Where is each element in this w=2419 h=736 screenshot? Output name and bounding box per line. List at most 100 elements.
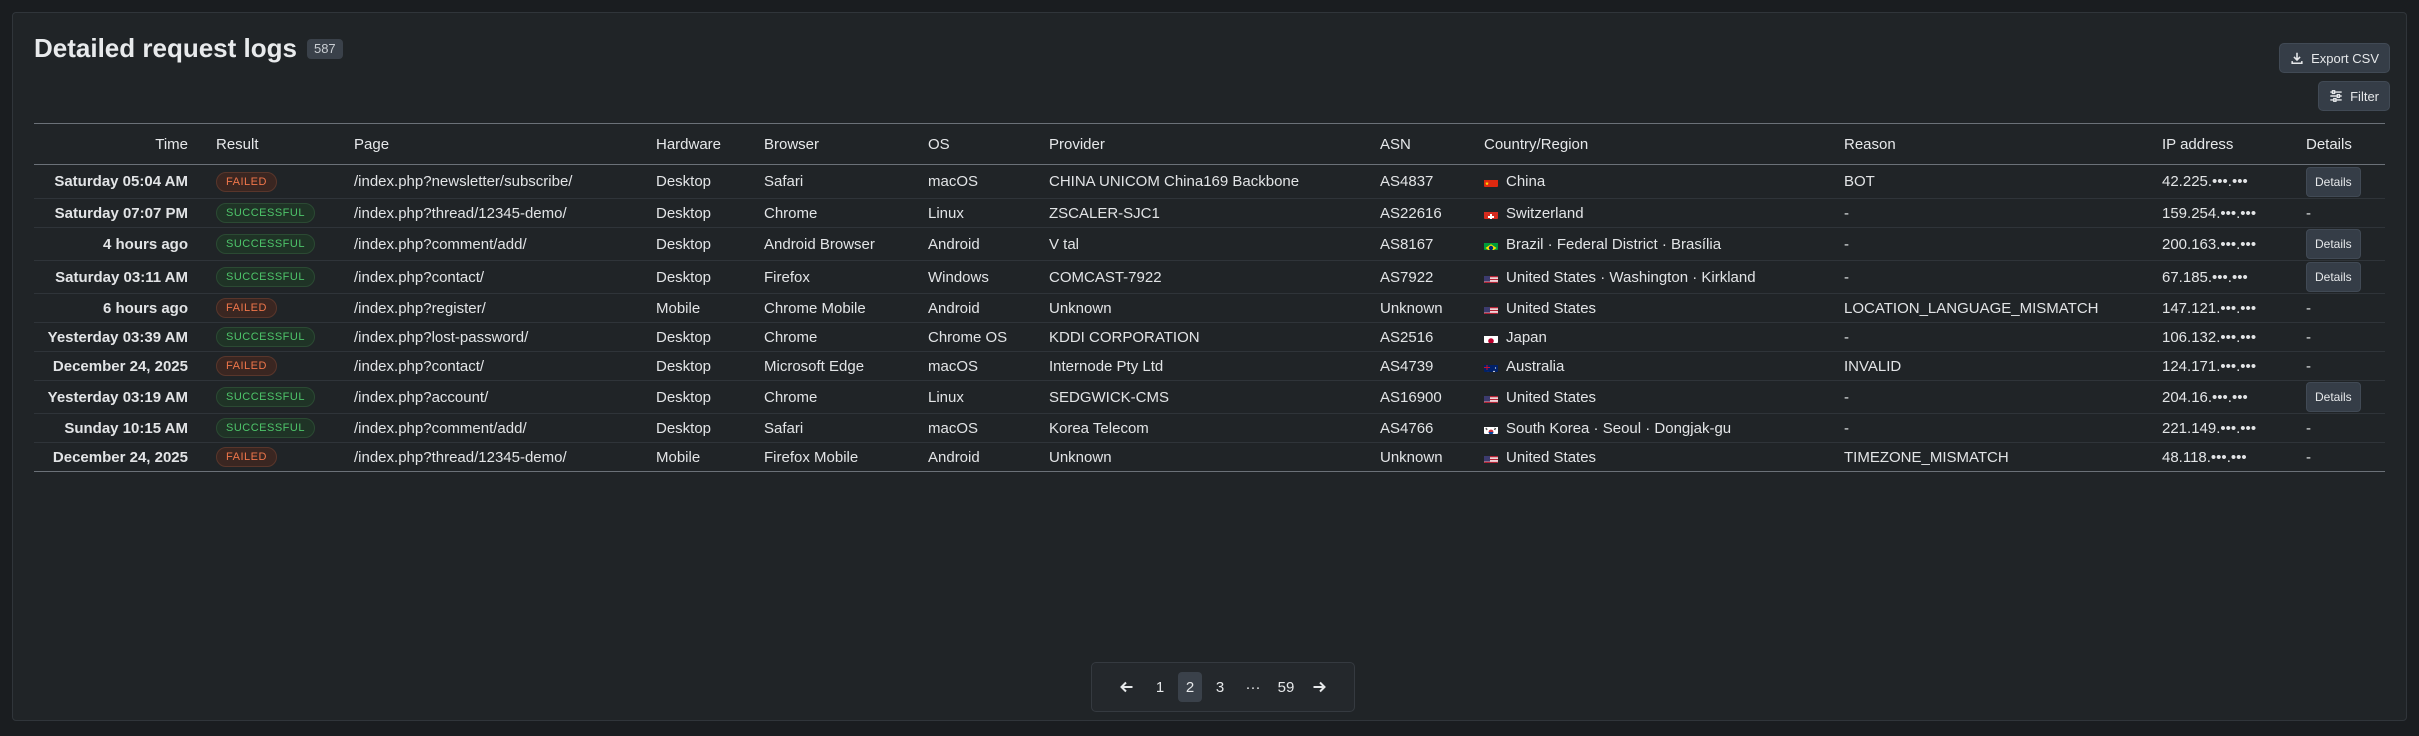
ip-cell: 200.163.•••.••• — [2162, 235, 2257, 253]
result-cell: FAILED — [208, 165, 346, 199]
page-links: 1 2 3 ··· 59 — [1148, 672, 1298, 702]
country-cell: United States — [1476, 294, 1836, 323]
details-cell: - — [2298, 443, 2385, 472]
hardware-cell: Desktop — [656, 419, 712, 437]
arrow-right-icon — [1311, 679, 1327, 695]
asn-cell: AS4739 — [1380, 357, 1434, 375]
reason-cell: - — [1844, 268, 1849, 286]
reason-cell: INVALID — [1844, 357, 1902, 375]
column-header-ip-address: IP address — [2162, 135, 2234, 153]
details-empty: - — [2306, 328, 2311, 346]
arrow-left-icon — [1119, 679, 1135, 695]
ip-cell: 147.121.•••.••• — [2162, 299, 2257, 317]
pagination: 1 2 3 ··· 59 — [1091, 662, 1355, 712]
asn-cell: Unknown — [1380, 448, 1443, 466]
provider-cell: V tal — [1049, 235, 1080, 253]
flag-br-icon — [1484, 240, 1498, 250]
browser-cell: Safari — [764, 173, 804, 190]
hardware-cell: Desktop — [656, 235, 712, 253]
flag-ch-icon — [1484, 209, 1498, 219]
column-header-os: OS — [928, 135, 950, 153]
table-row: 4 hours ago SUCCESSFUL/index.php?comment/… — [34, 228, 2385, 261]
page-ellipsis: ··· — [1245, 678, 1261, 696]
page-cell: /index.php?contact/ — [354, 268, 485, 286]
page-cell: /index.php?lost-password/ — [354, 328, 529, 346]
country-label: China — [1506, 173, 1546, 190]
asn-cell: AS7922 — [1380, 268, 1434, 286]
table-body: Saturday 05:04 AM FAILED/index.php?newsle… — [34, 165, 2385, 472]
provider-cell: ZSCALER-SJC1 — [1049, 204, 1160, 222]
next-page-button[interactable] — [1304, 672, 1334, 702]
country-label: United States — [1506, 388, 1597, 406]
table-row: Yesterday 03:39 AM SUCCESSFUL/index.php?l… — [34, 323, 2385, 352]
table-row: Yesterday 03:19 AM SUCCESSFUL/index.php?a… — [34, 381, 2385, 414]
export-csv-button[interactable]: Export CSV — [2279, 43, 2390, 73]
country-cell: Australia — [1476, 352, 1836, 381]
details-cell: Details — [2298, 165, 2385, 199]
country-cell: China — [1476, 165, 1836, 199]
browser-cell: Chrome — [764, 388, 818, 406]
sliders-icon — [2329, 89, 2343, 103]
reason-cell: BOT — [1844, 173, 1875, 190]
result-cell: FAILED — [208, 443, 346, 472]
page-cell: /index.php?comment/add/ — [354, 235, 527, 253]
download-icon — [2290, 51, 2304, 65]
country-label: Japan — [1506, 328, 1547, 346]
time-cell: Sunday 10:15 AM — [64, 419, 188, 437]
provider-cell: Unknown — [1049, 299, 1112, 317]
country-cell: Switzerland — [1476, 199, 1836, 228]
provider-cell: Internode Pty Ltd — [1049, 357, 1164, 375]
column-header-country-region: Country/Region — [1484, 135, 1589, 153]
time-cell: Saturday 03:11 AM — [55, 268, 188, 286]
status-badge: SUCCESSFUL — [216, 203, 315, 223]
prev-page-button[interactable] — [1112, 672, 1142, 702]
ip-cell: 67.185.•••.••• — [2162, 268, 2248, 286]
country-label: Australia — [1506, 357, 1565, 375]
table-row: Saturday 07:07 PM SUCCESSFUL/index.php?th… — [34, 199, 2385, 228]
details-cell: - — [2298, 352, 2385, 381]
column-header-hardware: Hardware — [656, 135, 722, 153]
column-header-asn: ASN — [1380, 135, 1411, 153]
filter-button[interactable]: Filter — [2318, 81, 2390, 111]
status-badge: SUCCESSFUL — [216, 327, 315, 347]
page-button-59[interactable]: 59 — [1274, 672, 1298, 702]
request-logs-panel: Detailed request logs 587 Export CSV Fil… — [12, 12, 2407, 721]
time-cell: Saturday 05:04 AM — [54, 173, 188, 190]
os-cell: macOS — [928, 173, 979, 190]
asn-cell: AS16900 — [1380, 388, 1442, 406]
asn-cell: AS8167 — [1380, 235, 1434, 253]
country-cell: Japan — [1476, 323, 1836, 352]
details-empty: - — [2306, 419, 2311, 437]
page-cell: /index.php?newsletter/subscribe/ — [354, 173, 573, 190]
details-button[interactable]: Details — [2306, 229, 2361, 259]
browser-cell: Firefox — [764, 268, 810, 286]
os-cell: Android — [928, 235, 980, 253]
page-button-1[interactable]: 1 — [1148, 672, 1172, 702]
hardware-cell: Desktop — [656, 173, 712, 190]
time-cell: Yesterday 03:39 AM — [47, 328, 188, 346]
details-button[interactable]: Details — [2306, 262, 2361, 292]
time-cell: 6 hours ago — [102, 299, 188, 317]
page-button-3[interactable]: 3 — [1208, 672, 1232, 702]
hardware-cell: Mobile — [656, 448, 701, 466]
reason-cell: - — [1844, 328, 1849, 346]
ip-cell: 106.132.•••.••• — [2162, 328, 2257, 346]
ip-cell: 42.225.•••.••• — [2162, 173, 2248, 190]
country-cell: United States · Washington · Kirkland — [1476, 261, 1836, 294]
flag-cn-icon — [1484, 177, 1498, 187]
flag-jp-icon — [1484, 333, 1498, 343]
result-cell: SUCCESSFUL — [208, 228, 346, 261]
details-button[interactable]: Details — [2306, 166, 2361, 197]
page-cell: /index.php?thread/12345-demo/ — [354, 448, 567, 466]
details-cell: - — [2298, 323, 2385, 352]
hardware-cell: Desktop — [656, 328, 712, 346]
reason-cell: - — [1844, 419, 1849, 437]
hardware-cell: Desktop — [656, 388, 712, 406]
column-header-provider: Provider — [1049, 135, 1105, 153]
details-empty: - — [2306, 299, 2311, 317]
details-button[interactable]: Details — [2306, 382, 2361, 412]
browser-cell: Chrome — [764, 328, 818, 346]
country-cell: United States — [1476, 443, 1836, 472]
page-button-2[interactable]: 2 — [1178, 672, 1202, 702]
result-cell: SUCCESSFUL — [208, 414, 346, 443]
